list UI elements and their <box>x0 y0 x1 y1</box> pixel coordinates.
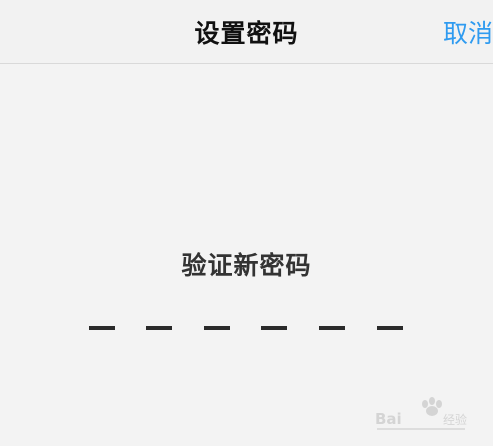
verify-new-password-label: 验证新密码 <box>181 251 312 280</box>
svg-text:Bai: Bai <box>375 410 402 428</box>
page-title: 设置密码 <box>194 19 299 48</box>
pin-slot-4 <box>261 326 287 330</box>
navigation-bar: 设置密码 取消 <box>0 0 493 64</box>
pin-slot-2 <box>146 326 172 330</box>
svg-text:经验: 经验 <box>443 412 467 427</box>
cancel-button[interactable]: 取消 <box>443 14 493 50</box>
pin-slot-1 <box>89 326 115 330</box>
watermark-logo: Bai 经验 <box>375 397 467 430</box>
pin-input[interactable] <box>89 326 404 330</box>
pin-slot-6 <box>377 326 403 330</box>
pin-slot-3 <box>204 326 230 330</box>
pin-slot-5 <box>319 326 345 330</box>
